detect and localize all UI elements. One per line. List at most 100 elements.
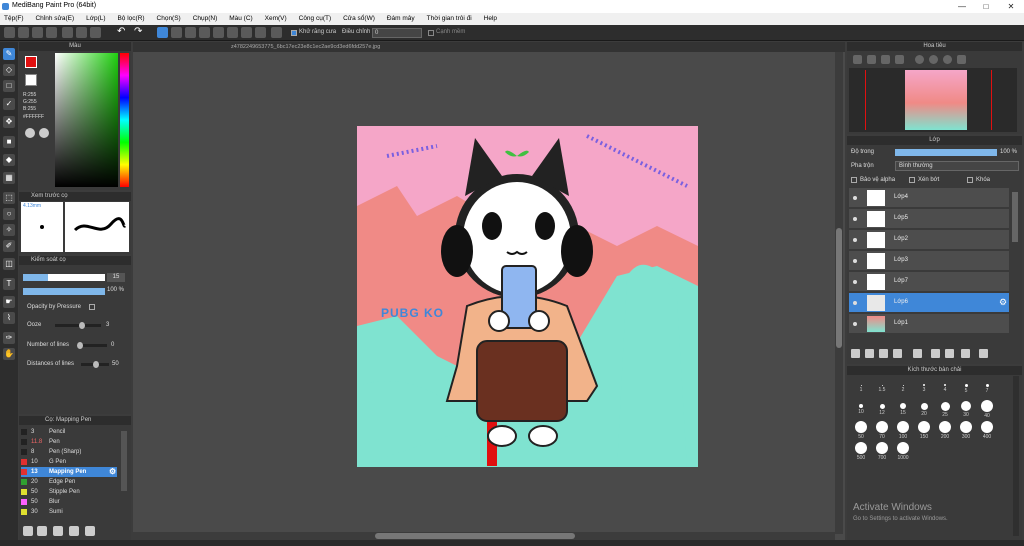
document-tab[interactable]: z4782249653775_6bc17ec23e8c1ec2ae9cd3ed6… bbox=[133, 42, 845, 52]
menu-filter[interactable]: Bộ lọc(R) bbox=[117, 13, 144, 25]
divide-tool-icon[interactable]: ◫ bbox=[3, 258, 15, 270]
size-option[interactable]: 1.5 bbox=[872, 378, 892, 398]
visibility-icon[interactable] bbox=[853, 217, 857, 221]
gear-icon[interactable]: ⚙ bbox=[109, 467, 116, 477]
menu-view[interactable]: Xem(V) bbox=[265, 13, 287, 25]
brush-item[interactable]: 50 Stipple Pen bbox=[21, 487, 117, 497]
blend-mode-select[interactable]: Bình thường bbox=[895, 161, 1019, 171]
brush-size-slider[interactable] bbox=[23, 274, 105, 281]
radial-snap-icon[interactable] bbox=[213, 27, 224, 38]
select-pen-tool-icon[interactable]: ✐ bbox=[3, 240, 15, 252]
zoom-out-icon[interactable] bbox=[867, 55, 876, 64]
close-button[interactable]: ✕ bbox=[999, 0, 1023, 13]
clipping-checkbox[interactable] bbox=[909, 177, 915, 183]
minimize-button[interactable]: — bbox=[950, 0, 974, 13]
rotate-icon[interactable] bbox=[90, 27, 101, 38]
brush-size-value[interactable]: 15 bbox=[107, 273, 125, 282]
correction-select[interactable]: 0 bbox=[372, 28, 422, 38]
size-option[interactable]: 4 bbox=[935, 378, 955, 398]
menu-color[interactable]: Màu (C) bbox=[229, 13, 252, 25]
brush-list-scrollbar[interactable] bbox=[121, 431, 127, 491]
layer-row-selected[interactable]: Lớp6 ⚙ bbox=[849, 293, 1009, 313]
size-option[interactable]: 50 bbox=[851, 420, 871, 440]
layer-opacity-slider[interactable] bbox=[895, 149, 997, 156]
add-brush-icon[interactable] bbox=[23, 526, 33, 536]
brush-item[interactable]: 10 G Pen bbox=[21, 457, 117, 467]
size-option[interactable]: 10 bbox=[851, 399, 871, 419]
size-option[interactable]: 20 bbox=[914, 399, 934, 419]
reset-rotation-icon[interactable] bbox=[943, 55, 952, 64]
lasso-tool-icon[interactable]: ○ bbox=[3, 208, 15, 220]
curve-snap-icon[interactable] bbox=[241, 27, 252, 38]
navigator-preview[interactable] bbox=[849, 68, 1017, 132]
save-icon[interactable] bbox=[46, 27, 57, 38]
menu-cloud[interactable]: Đám mây bbox=[387, 13, 415, 25]
size-option[interactable]: 12 bbox=[872, 399, 892, 419]
distance-slider[interactable] bbox=[81, 361, 109, 368]
brush-tool-icon[interactable]: ✎ bbox=[3, 48, 15, 60]
visibility-icon[interactable] bbox=[853, 280, 857, 284]
size-option[interactable]: 700 bbox=[872, 441, 892, 461]
layer-properties-icon[interactable] bbox=[961, 349, 970, 358]
bucket-tool-icon[interactable]: ◆ bbox=[3, 154, 15, 166]
size-option[interactable]: 7 bbox=[977, 378, 997, 398]
menu-edit[interactable]: Chỉnh sửa(E) bbox=[35, 13, 74, 25]
move-tool-icon[interactable]: ✥ bbox=[3, 116, 15, 128]
circle-snap-icon[interactable] bbox=[227, 27, 238, 38]
lines-slider[interactable] bbox=[77, 342, 107, 349]
gear-icon[interactable]: ⚙ bbox=[999, 297, 1007, 308]
size-option[interactable]: 1000 bbox=[893, 441, 913, 461]
visibility-icon[interactable] bbox=[853, 196, 857, 200]
new-folder-icon[interactable] bbox=[913, 349, 922, 358]
magic-wand-icon[interactable]: ✧ bbox=[3, 224, 15, 236]
new-8bit-layer-icon[interactable] bbox=[865, 349, 874, 358]
canvas-horizontal-scrollbar[interactable] bbox=[133, 532, 835, 540]
antialias-checkbox[interactable] bbox=[291, 30, 297, 36]
size-option[interactable]: 100 bbox=[893, 420, 913, 440]
new-brush-icon[interactable] bbox=[37, 526, 47, 536]
brush-item-selected[interactable]: 13 Mapping Pen ⚙ bbox=[21, 467, 117, 477]
eyedropper-tool-icon[interactable]: ⌇ bbox=[3, 312, 15, 324]
rotate-right-icon[interactable] bbox=[929, 55, 938, 64]
new-halftone-layer-icon[interactable] bbox=[893, 349, 902, 358]
secondary-color-swatch[interactable] bbox=[25, 74, 37, 86]
brush-item[interactable]: 30 Sumi bbox=[21, 507, 117, 517]
brush-settings-icon[interactable] bbox=[53, 526, 63, 536]
shape-tool-icon[interactable]: ■ bbox=[3, 136, 15, 148]
primary-color-swatch[interactable] bbox=[25, 56, 37, 68]
layer-row[interactable]: Lớp2 bbox=[849, 230, 1009, 250]
artwork-canvas[interactable]: PUBG KO bbox=[357, 126, 698, 467]
size-option[interactable]: 3 bbox=[914, 378, 934, 398]
hand-tool-icon[interactable]: ✋ bbox=[3, 348, 15, 360]
menu-file[interactable]: Tệp(F) bbox=[4, 13, 24, 25]
size-option[interactable]: 150 bbox=[914, 420, 934, 440]
size-option[interactable]: 70 bbox=[872, 420, 892, 440]
dot-tool-icon[interactable]: □ bbox=[3, 80, 15, 92]
menu-snap[interactable]: Chụp(N) bbox=[193, 13, 218, 25]
new-file-icon[interactable] bbox=[18, 27, 29, 38]
eraser-tool-icon[interactable]: ◇ bbox=[3, 64, 15, 76]
brush-item[interactable]: 11.8 Pen bbox=[21, 437, 117, 447]
layer-row[interactable]: Lớp4 bbox=[849, 188, 1009, 208]
ooze-slider[interactable] bbox=[55, 322, 101, 329]
brush-item[interactable]: 3 Pencil bbox=[21, 427, 117, 437]
visibility-icon[interactable] bbox=[853, 238, 857, 242]
size-option[interactable]: 2 bbox=[893, 378, 913, 398]
fit-icon[interactable] bbox=[76, 27, 87, 38]
parallel-snap-icon[interactable] bbox=[171, 27, 182, 38]
size-option[interactable]: 40 bbox=[977, 399, 997, 419]
grid-icon[interactable] bbox=[62, 27, 73, 38]
saturation-value-picker[interactable] bbox=[55, 53, 118, 187]
pen-tool-icon[interactable]: ✑ bbox=[3, 332, 15, 344]
menu-layer[interactable]: Lớp(L) bbox=[86, 13, 105, 25]
menu-timelapse[interactable]: Thời gian trôi đi bbox=[427, 13, 472, 25]
gradient-tool-icon[interactable]: ▦ bbox=[3, 172, 15, 184]
fit-window-icon[interactable] bbox=[881, 55, 890, 64]
opacity-pressure-checkbox[interactable] bbox=[89, 304, 95, 310]
select-pen-icon[interactable]: ✓ bbox=[3, 98, 15, 110]
rotate-left-icon[interactable] bbox=[915, 55, 924, 64]
redo-icon[interactable]: ↷ bbox=[134, 27, 145, 38]
hue-slider[interactable] bbox=[120, 53, 129, 187]
brush-item[interactable]: 50 Blur bbox=[21, 497, 117, 507]
size-option[interactable]: 200 bbox=[935, 420, 955, 440]
